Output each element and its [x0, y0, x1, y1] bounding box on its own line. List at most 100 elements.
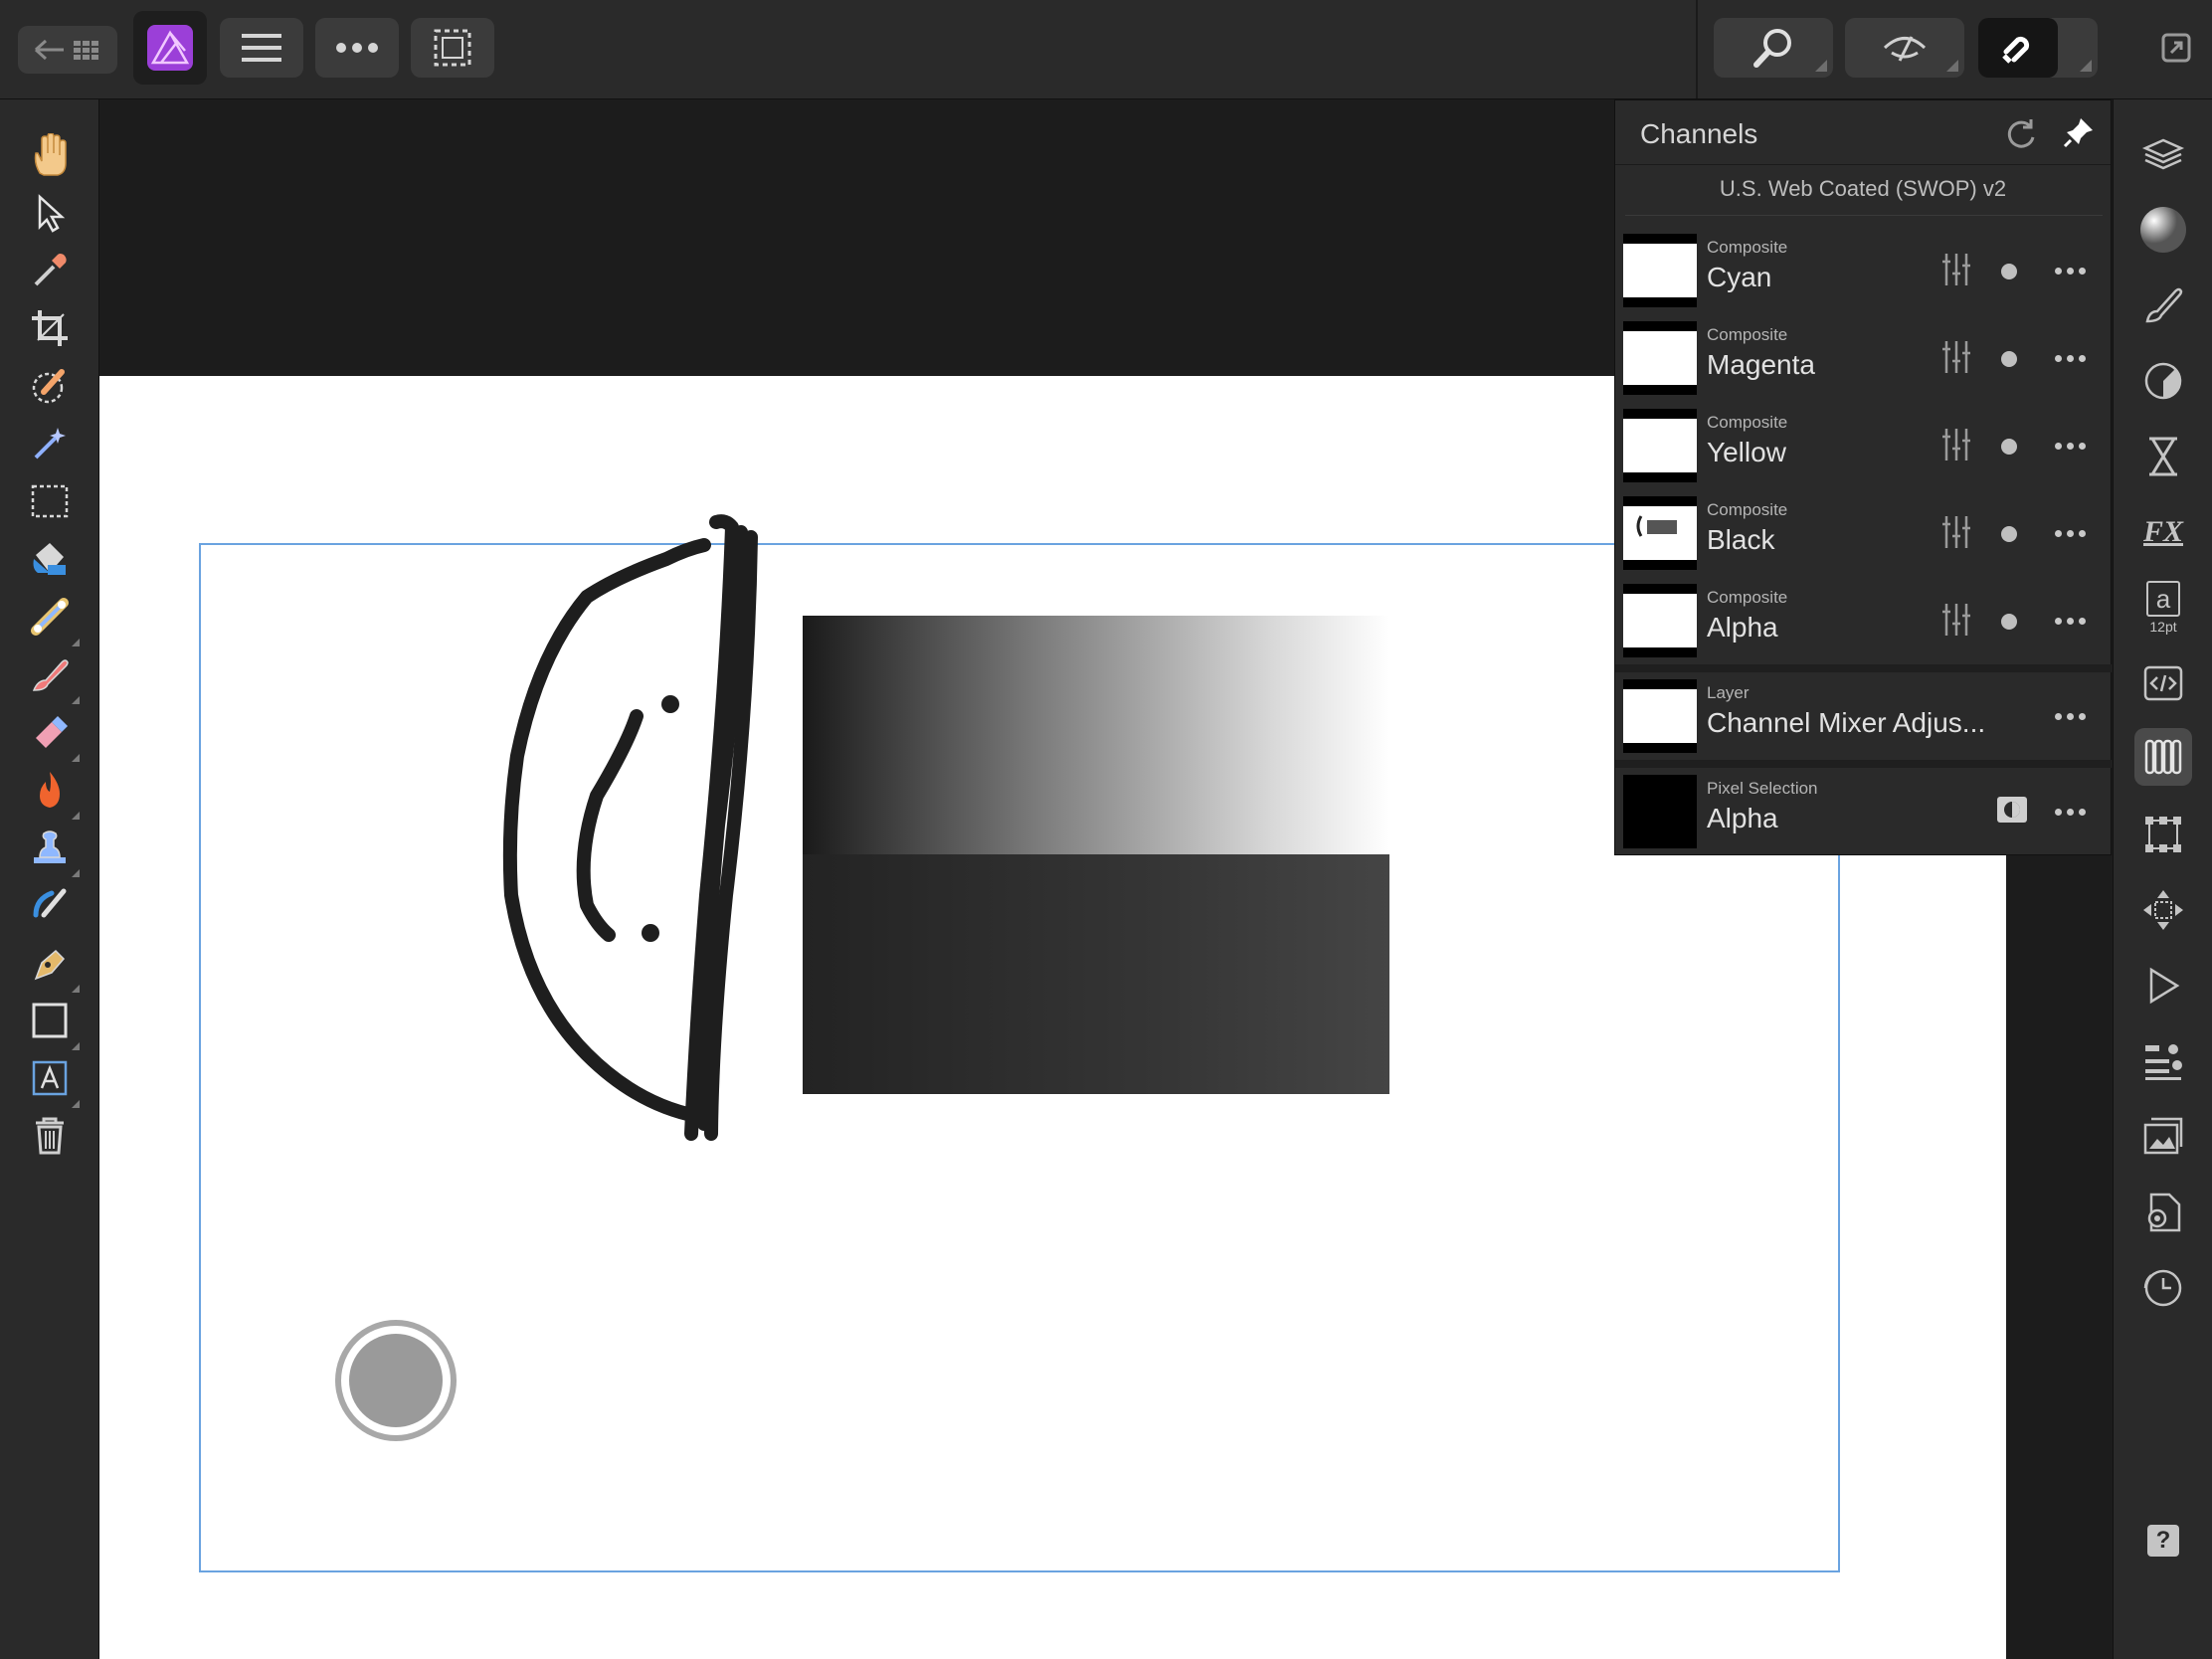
more-options-icon[interactable]	[2055, 443, 2086, 450]
paint-brush-tool[interactable]	[24, 648, 80, 704]
view-mode-button[interactable]	[1845, 18, 1964, 78]
hand-drawing[interactable]	[487, 497, 806, 1184]
more-button[interactable]	[315, 18, 399, 78]
crop-icon	[32, 310, 68, 346]
refresh-icon[interactable]	[2003, 115, 2039, 151]
channel-name: Channel Mixer Adjus...	[1707, 707, 1986, 738]
color-studio-button[interactable]	[2134, 201, 2192, 259]
help-studio-button[interactable]: ?	[2134, 1512, 2192, 1569]
history-studio-button[interactable]	[2134, 1108, 2192, 1166]
artistic-text-icon	[32, 1060, 68, 1096]
back-to-gallery-button[interactable]	[18, 26, 117, 74]
more-options-icon[interactable]	[2055, 713, 2086, 720]
more-options-icon[interactable]	[2055, 530, 2086, 537]
channel-row-cyan[interactable]: Composite Cyan	[1615, 228, 2113, 313]
rectangle-icon	[32, 1003, 68, 1038]
more-options-icon[interactable]	[2055, 268, 2086, 275]
app-logo-button[interactable]	[133, 11, 207, 85]
visibility-dot[interactable]	[2001, 614, 2017, 630]
channel-thumbnail	[1623, 321, 1697, 395]
adjustments-studio-button[interactable]	[2134, 352, 2192, 410]
fill-tool[interactable]	[24, 533, 76, 585]
layer-channel-row[interactable]: Layer Channel Mixer Adjus...	[1615, 673, 2113, 759]
channel-mixer-icon[interactable]	[1941, 602, 1971, 638]
channel-mixer-icon[interactable]	[1941, 427, 1971, 462]
channel-mixer-icon[interactable]	[1941, 252, 1971, 287]
pen-tool[interactable]	[24, 937, 80, 993]
macro-studio-button[interactable]	[2134, 654, 2192, 712]
rectangle-tool[interactable]	[24, 995, 80, 1050]
more-options-icon[interactable]	[2055, 355, 2086, 362]
invert-icon[interactable]	[1995, 795, 2029, 825]
selection-button[interactable]	[411, 18, 494, 78]
transparency-studio-button[interactable]	[2134, 428, 2192, 485]
panel-title: Channels	[1640, 118, 1758, 149]
channel-kind: Layer	[1707, 683, 1750, 702]
crop-tool[interactable]	[24, 302, 76, 354]
color-picker-icon	[34, 254, 67, 286]
zoom-button[interactable]	[1714, 18, 1833, 78]
fullscreen-icon	[2161, 33, 2191, 63]
snapping-button[interactable]	[1978, 18, 2098, 78]
marquee-tool[interactable]	[24, 475, 76, 527]
burn-tool[interactable]	[24, 764, 80, 820]
channel-row-magenta[interactable]: Composite Magenta	[1615, 315, 2113, 401]
layers-studio-button[interactable]	[2134, 125, 2192, 183]
record-button[interactable]	[335, 1320, 457, 1441]
burn-icon	[40, 772, 60, 808]
pixel-selection-row[interactable]: Pixel Selection Alpha	[1615, 769, 2113, 854]
character-studio-button[interactable]: a 12pt	[2134, 579, 2192, 637]
character-icon: a	[2146, 581, 2180, 617]
top-toolbar	[0, 0, 2212, 99]
delete-button[interactable]	[24, 1110, 76, 1162]
visibility-dot[interactable]	[2001, 439, 2017, 455]
transform-studio-button[interactable]	[2134, 806, 2192, 863]
move-tool[interactable]	[24, 187, 76, 239]
visibility-dot[interactable]	[2001, 264, 2017, 279]
artistic-text-tool[interactable]	[24, 1052, 80, 1108]
eraser-tool[interactable]	[24, 706, 80, 762]
gradient-icon	[31, 598, 69, 636]
channels-studio-button[interactable]	[2134, 728, 2192, 786]
adjustments-icon	[2144, 362, 2182, 400]
more-options-icon[interactable]	[2055, 618, 2086, 625]
channel-mixer-icon[interactable]	[1941, 339, 1971, 375]
time-studio-button[interactable]	[2134, 1259, 2192, 1317]
smudge-tool[interactable]	[24, 879, 76, 931]
visibility-dot[interactable]	[2001, 526, 2017, 542]
channel-kind: Pixel Selection	[1707, 779, 1818, 798]
visibility-dot[interactable]	[2001, 351, 2017, 367]
studio-bar: FX a 12pt ?	[2113, 99, 2212, 1659]
flood-select-tool[interactable]	[24, 418, 76, 469]
color-icon	[2140, 207, 2186, 253]
more-options-icon[interactable]	[2055, 809, 2086, 816]
styles-studio-button[interactable]	[2134, 1032, 2192, 1090]
pin-icon[interactable]	[2059, 112, 2099, 152]
navigator-studio-button[interactable]	[2134, 881, 2192, 939]
transparency-icon	[2149, 437, 2177, 476]
channel-row-yellow[interactable]: Composite Yellow	[1615, 403, 2113, 488]
gradient-rectangle-bottom[interactable]	[803, 854, 1389, 1094]
hand-tool[interactable]	[24, 129, 76, 181]
menu-button[interactable]	[220, 18, 303, 78]
selection-brush-tool[interactable]	[24, 360, 76, 412]
stock-studio-button[interactable]	[2134, 957, 2192, 1014]
channel-kind: Composite	[1707, 413, 1788, 432]
fx-studio-button[interactable]: FX	[2134, 503, 2192, 561]
channel-thumbnail	[1623, 234, 1697, 307]
color-profile-label: U.S. Web Coated (SWOP) v2	[1719, 176, 2007, 201]
gradient-rectangle-top[interactable]	[803, 616, 1389, 854]
smudge-icon	[33, 888, 67, 918]
move-icon	[38, 194, 66, 233]
fullscreen-button[interactable]	[2146, 18, 2206, 78]
clone-tool[interactable]	[24, 822, 80, 877]
color-picker-tool[interactable]	[24, 245, 76, 296]
stock-icon	[2149, 967, 2180, 1005]
brushes-studio-button[interactable]	[2134, 276, 2192, 334]
document-settings-studio-button[interactable]	[2134, 1184, 2192, 1241]
channel-mixer-icon[interactable]	[1941, 514, 1971, 550]
gradient-tool[interactable]	[24, 591, 80, 646]
channel-row-alpha[interactable]: Composite Alpha	[1615, 578, 2113, 663]
channel-row-black[interactable]: Composite Black	[1615, 490, 2113, 576]
font-size-label: 12pt	[2149, 619, 2177, 635]
